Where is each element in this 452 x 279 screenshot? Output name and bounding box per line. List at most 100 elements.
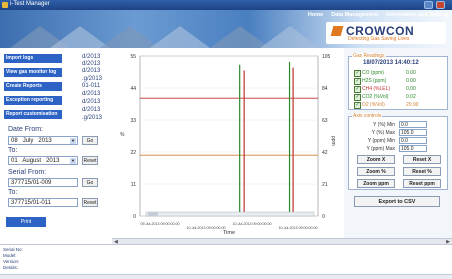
axis-row-y-ppm-min: Y (ppm) Min 0.0 [353, 137, 452, 145]
chart-scroll-thumb [148, 212, 158, 216]
check-icon[interactable]: ✓ [354, 78, 361, 85]
x-tick-label: 10-Jul-2013 09:00:00.00 [279, 226, 318, 230]
reset-x-button[interactable]: Reset X [403, 155, 441, 164]
date-go-button[interactable]: Go [82, 136, 98, 145]
unit-info-panel: Serial No: Model: Version: Details: [0, 244, 452, 275]
serial-to-label: To: [8, 189, 18, 196]
date-from-label: Date From: [8, 126, 44, 133]
x-tick-label: 10-Jul-2013 09:00:00.00 [233, 222, 272, 226]
gas-row-co2[interactable]: ✓ CO2 (%Vol) 0.02 [354, 94, 434, 101]
menu-data-management[interactable]: Data Management [331, 12, 378, 18]
x-tick-label: 10-Jul-2013 09:00:00.00 [187, 226, 226, 230]
serial-from-field[interactable]: 377715/01-009 [8, 178, 78, 187]
gas-readings-box: Gas Readings 18/07/2013 14:40:12 ✓ CO (p… [348, 53, 448, 110]
date-to-label: To: [8, 147, 18, 154]
axis-row-y-pct-min: Y (%) Min 0.0 [353, 121, 452, 129]
model-label: Model: [3, 253, 17, 258]
banner-mountain-decoration [260, 26, 320, 48]
chevron-down-icon[interactable]: ▼ [70, 158, 76, 164]
session-item[interactable]: d/2013 [82, 68, 100, 74]
left-tick-label: 11 [131, 182, 136, 188]
serial-reset-button[interactable]: Reset [82, 198, 98, 207]
right-tick-label: 105 [322, 54, 331, 60]
session-item[interactable]: d/2013 [82, 91, 100, 97]
nav-create-reports[interactable]: Create Reports [4, 82, 62, 91]
print-button[interactable]: Print [6, 217, 46, 227]
check-icon[interactable]: ✓ [354, 70, 361, 77]
minimize-button[interactable] [424, 1, 433, 9]
chevron-down-icon[interactable]: ▼ [70, 138, 76, 144]
zoom-x-button[interactable]: Zoom X [357, 155, 395, 164]
app-icon [2, 2, 8, 8]
left-tick-label: 44 [130, 86, 136, 92]
nav-import-logs[interactable]: Import logs [4, 54, 62, 63]
left-tick-label: 22 [130, 150, 136, 156]
session-item[interactable]: d/2013 [82, 61, 100, 67]
zoom-ppm-button[interactable]: Zoom ppm [357, 179, 395, 188]
gas-row-co[interactable]: ✓ CO (ppm) 0.00 [354, 70, 434, 77]
banner-mountain-decoration [150, 26, 210, 48]
nav-report-customisation[interactable]: Report customisation [4, 110, 62, 119]
nav-view-log-files[interactable]: View gas monitor log files [4, 68, 62, 84]
reset-ppm-button[interactable]: Reset ppm [403, 179, 441, 188]
title-bar: i-Test Manager [0, 0, 452, 10]
version-label: Version: [3, 259, 20, 264]
status-bar [0, 274, 452, 279]
nav-exception-reporting[interactable]: Exception reporting [4, 96, 62, 105]
check-icon[interactable]: ✓ [354, 94, 361, 101]
logo-mark [330, 26, 344, 36]
gas-row-o2[interactable]: ✓ O2 (%Vol) 20.90 [354, 102, 434, 109]
left-tick-label: 33 [130, 118, 136, 124]
date-reset-button[interactable]: Reset [82, 156, 98, 165]
menu-information-settings[interactable]: Information and Setting [386, 12, 448, 18]
serial-to-field[interactable]: 377715/01-011 [8, 198, 78, 207]
session-item[interactable]: .g/2013 [82, 115, 102, 121]
session-item[interactable]: .g/2013 [82, 76, 102, 82]
gas-readings-datetime: 18/07/2013 14:40:12 [363, 60, 419, 66]
axis-row-y-pct-max: Y (%) Max 105.0 [353, 129, 452, 137]
check-icon[interactable]: ✓ [354, 86, 361, 93]
company-logo: CROWCON Detecting Gas Saving Lives [326, 22, 446, 44]
details-label: Details: [3, 265, 19, 270]
date-from-picker[interactable]: 08 July 2013 ▼ [8, 136, 78, 145]
x-axis-label: Time [223, 230, 235, 236]
reset-pct-button[interactable]: Reset % [403, 167, 441, 176]
session-item[interactable]: d/2013 [82, 54, 100, 60]
right-tick-label: 42 [322, 150, 328, 156]
axis-controls-title: Axis controls [352, 113, 383, 119]
y-axis-label-right: ppm [330, 136, 336, 146]
export-csv-button[interactable]: Export to CSV [354, 196, 440, 207]
window-title: i-Test Manager [10, 1, 50, 7]
left-tick-label: 0 [133, 214, 136, 220]
left-panel: Import logs View gas monitor log files C… [0, 48, 110, 238]
zoom-pct-button[interactable]: Zoom % [357, 167, 395, 176]
gas-row-h2s[interactable]: ✓ H2S (ppm) 0.00 [354, 78, 434, 85]
chart-area: 0 11 22 33 44 55 0 21 42 63 84 105% ppm Time 09-Jul-20… [112, 48, 344, 238]
y-ppm-min-input[interactable]: 0.0 [399, 137, 427, 144]
gas-row-ch4[interactable]: ✓ CH4 (%LEL) 0.00 [354, 86, 434, 93]
session-item[interactable]: d/2013 [82, 107, 100, 113]
plot-frame [139, 55, 319, 217]
x-tick-label: 09-Jul-2013 09:00:00.00 [141, 222, 180, 226]
axis-controls-box: Axis controls Y (%) Min 0.0 Y (%) Max 10… [348, 113, 448, 190]
header-banner: Home Data Management Information and Set… [0, 10, 452, 48]
y-ppm-max-input[interactable]: 105.0 [399, 145, 427, 152]
chart-scrollbar [145, 211, 315, 217]
y-pct-min-input[interactable]: 0.0 [399, 121, 427, 128]
serial-no-label: Serial No: [3, 247, 23, 252]
check-icon[interactable]: ✓ [354, 102, 361, 109]
close-button[interactable] [436, 1, 445, 9]
right-tick-label: 84 [322, 86, 328, 92]
serial-from-label: Serial From: [8, 169, 47, 176]
serial-go-button[interactable]: Go [82, 178, 98, 187]
y-pct-max-input[interactable]: 105.0 [399, 129, 427, 136]
y-axis-label-left: % [120, 132, 125, 138]
session-item[interactable]: d/2013 [82, 99, 100, 105]
session-item[interactable]: 01-011 [82, 83, 100, 89]
gas-chart[interactable]: 0 11 22 33 44 55 0 21 42 63 84 105% ppm Time 09-Jul-20… [112, 48, 344, 238]
axis-row-y-ppm-max: Y (ppm) Max 105.0 [353, 145, 452, 153]
right-tick-label: 0 [322, 214, 325, 220]
date-to-picker[interactable]: 01 August 2013 ▼ [8, 156, 78, 165]
gas-readings-title: Gas Readings [352, 53, 386, 59]
menu-home[interactable]: Home [308, 12, 323, 18]
